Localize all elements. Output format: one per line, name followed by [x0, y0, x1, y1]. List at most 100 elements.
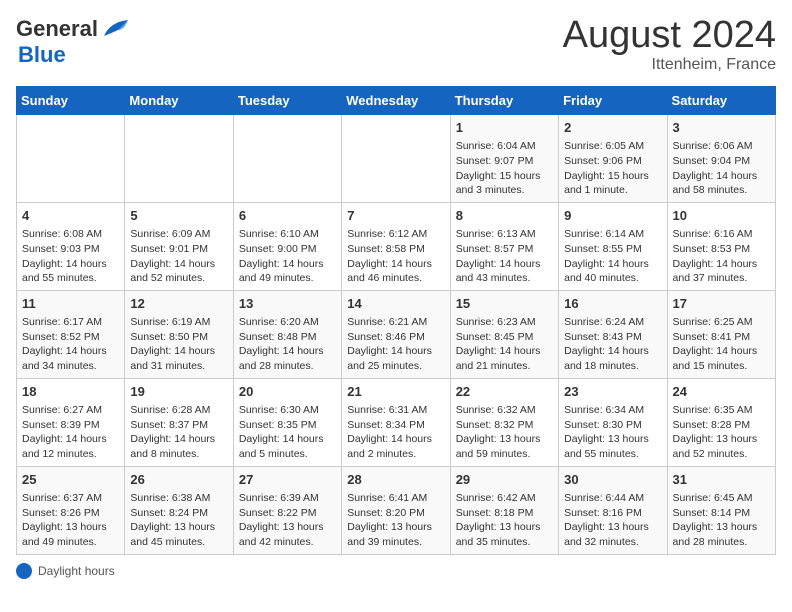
day-detail: Sunrise: 6:23 AMSunset: 8:45 PMDaylight:…	[456, 315, 553, 374]
day-header-friday: Friday	[559, 87, 667, 115]
day-detail: Sunrise: 6:24 AMSunset: 8:43 PMDaylight:…	[564, 315, 661, 374]
location-text: Ittenheim, France	[563, 56, 776, 74]
day-cell: 10 Sunrise: 6:16 AMSunset: 8:53 PMDayligh…	[667, 202, 775, 290]
day-number: 22	[456, 383, 553, 401]
day-cell: 2Sunrise: 6:05 AMSunset: 9:06 PMDaylight…	[559, 115, 667, 203]
day-cell: 26 Sunrise: 6:38 AMSunset: 8:24 PMDayligh…	[125, 466, 233, 554]
day-cell: 28 Sunrise: 6:41 AMSunset: 8:20 PMDayligh…	[342, 466, 450, 554]
day-cell: 18Sunrise: 6:27 AMSunset: 8:39 PMDayligh…	[17, 378, 125, 466]
day-detail: Sunrise: 6:31 AMSunset: 8:34 PMDaylight:…	[347, 403, 444, 462]
day-cell: 24 Sunrise: 6:35 AMSunset: 8:28 PMDayligh…	[667, 378, 775, 466]
day-cell	[17, 115, 125, 203]
day-number: 8	[456, 207, 553, 225]
day-detail: Sunrise: 6:44 AMSunset: 8:16 PMDaylight:…	[564, 491, 661, 550]
day-detail: Sunrise: 6:10 AMSunset: 9:00 PMDaylight:…	[239, 227, 336, 286]
day-number: 1	[456, 119, 553, 137]
day-number: 18	[22, 383, 119, 401]
day-number: 14	[347, 295, 444, 313]
day-cell: 29 Sunrise: 6:42 AMSunset: 8:18 PMDayligh…	[450, 466, 558, 554]
day-number: 6	[239, 207, 336, 225]
day-number: 31	[673, 471, 770, 489]
legend-label: Daylight hours	[38, 564, 115, 578]
day-detail: Sunrise: 6:45 AMSunset: 8:14 PMDaylight:…	[673, 491, 770, 550]
day-cell: 30 Sunrise: 6:44 AMSunset: 8:16 PMDayligh…	[559, 466, 667, 554]
day-number: 24	[673, 383, 770, 401]
day-number: 16	[564, 295, 661, 313]
day-detail: Sunrise: 6:06 AMSunset: 9:04 PMDaylight:…	[673, 139, 770, 198]
day-cell: 21 Sunrise: 6:31 AMSunset: 8:34 PMDayligh…	[342, 378, 450, 466]
logo: General Blue	[16, 16, 128, 68]
day-detail: Sunrise: 6:20 AMSunset: 8:48 PMDaylight:…	[239, 315, 336, 374]
day-detail: Sunrise: 6:09 AMSunset: 9:01 PMDaylight:…	[130, 227, 227, 286]
day-header-tuesday: Tuesday	[233, 87, 341, 115]
logo-general-text: General	[16, 16, 98, 41]
day-cell: 13 Sunrise: 6:20 AMSunset: 8:48 PMDayligh…	[233, 290, 341, 378]
header-row: SundayMondayTuesdayWednesdayThursdayFrid…	[17, 87, 776, 115]
day-cell: 8 Sunrise: 6:13 AMSunset: 8:57 PMDaylight…	[450, 202, 558, 290]
day-number: 11	[22, 295, 119, 313]
day-cell: 16 Sunrise: 6:24 AMSunset: 8:43 PMDayligh…	[559, 290, 667, 378]
day-header-thursday: Thursday	[450, 87, 558, 115]
day-detail: Sunrise: 6:28 AMSunset: 8:37 PMDaylight:…	[130, 403, 227, 462]
day-detail: Sunrise: 6:13 AMSunset: 8:57 PMDaylight:…	[456, 227, 553, 286]
day-number: 13	[239, 295, 336, 313]
day-detail: Sunrise: 6:25 AMSunset: 8:41 PMDaylight:…	[673, 315, 770, 374]
day-cell: 14 Sunrise: 6:21 AMSunset: 8:46 PMDayligh…	[342, 290, 450, 378]
day-detail: Sunrise: 6:42 AMSunset: 8:18 PMDaylight:…	[456, 491, 553, 550]
week-row-1: 1 Sunrise: 6:04 AMSunset: 9:07 PMDaylight…	[17, 115, 776, 203]
day-number: 4	[22, 207, 119, 225]
logo-bird-icon	[100, 18, 128, 40]
day-number: 10	[673, 207, 770, 225]
day-detail: Sunrise: 6:17 AMSunset: 8:52 PMDaylight:…	[22, 315, 119, 374]
day-cell: 7 Sunrise: 6:12 AMSunset: 8:58 PMDaylight…	[342, 202, 450, 290]
day-number: 25	[22, 471, 119, 489]
day-cell: 27Sunrise: 6:39 AMSunset: 8:22 PMDayligh…	[233, 466, 341, 554]
day-cell	[125, 115, 233, 203]
day-cell: 23Sunrise: 6:34 AMSunset: 8:30 PMDayligh…	[559, 378, 667, 466]
day-cell: 19Sunrise: 6:28 AMSunset: 8:37 PMDayligh…	[125, 378, 233, 466]
day-number: 26	[130, 471, 227, 489]
day-number: 3	[673, 119, 770, 137]
day-number: 21	[347, 383, 444, 401]
day-cell: 15Sunrise: 6:23 AMSunset: 8:45 PMDayligh…	[450, 290, 558, 378]
day-cell: 9 Sunrise: 6:14 AMSunset: 8:55 PMDaylight…	[559, 202, 667, 290]
day-detail: Sunrise: 6:41 AMSunset: 8:20 PMDaylight:…	[347, 491, 444, 550]
day-cell: 5Sunrise: 6:09 AMSunset: 9:01 PMDaylight…	[125, 202, 233, 290]
day-detail: Sunrise: 6:21 AMSunset: 8:46 PMDaylight:…	[347, 315, 444, 374]
day-detail: Sunrise: 6:14 AMSunset: 8:55 PMDaylight:…	[564, 227, 661, 286]
month-title: August 2024	[563, 16, 776, 54]
day-header-wednesday: Wednesday	[342, 87, 450, 115]
day-number: 9	[564, 207, 661, 225]
day-number: 29	[456, 471, 553, 489]
day-cell: 3 Sunrise: 6:06 AMSunset: 9:04 PMDaylight…	[667, 115, 775, 203]
day-detail: Sunrise: 6:35 AMSunset: 8:28 PMDaylight:…	[673, 403, 770, 462]
day-number: 17	[673, 295, 770, 313]
day-number: 20	[239, 383, 336, 401]
day-cell: 6 Sunrise: 6:10 AMSunset: 9:00 PMDaylight…	[233, 202, 341, 290]
day-detail: Sunrise: 6:04 AMSunset: 9:07 PMDaylight:…	[456, 139, 553, 198]
week-row-5: 25 Sunrise: 6:37 AMSunset: 8:26 PMDayligh…	[17, 466, 776, 554]
day-detail: Sunrise: 6:38 AMSunset: 8:24 PMDaylight:…	[130, 491, 227, 550]
day-header-monday: Monday	[125, 87, 233, 115]
legend-icon	[16, 563, 32, 579]
week-row-2: 4Sunrise: 6:08 AMSunset: 9:03 PMDaylight…	[17, 202, 776, 290]
day-detail: Sunrise: 6:30 AMSunset: 8:35 PMDaylight:…	[239, 403, 336, 462]
day-number: 28	[347, 471, 444, 489]
day-number: 30	[564, 471, 661, 489]
day-cell: 31 Sunrise: 6:45 AMSunset: 8:14 PMDayligh…	[667, 466, 775, 554]
day-cell: 1 Sunrise: 6:04 AMSunset: 9:07 PMDaylight…	[450, 115, 558, 203]
day-detail: Sunrise: 6:19 AMSunset: 8:50 PMDaylight:…	[130, 315, 227, 374]
day-detail: Sunrise: 6:16 AMSunset: 8:53 PMDaylight:…	[673, 227, 770, 286]
day-detail: Sunrise: 6:12 AMSunset: 8:58 PMDaylight:…	[347, 227, 444, 286]
day-number: 7	[347, 207, 444, 225]
logo-blue-text: Blue	[18, 42, 66, 67]
day-detail: Sunrise: 6:32 AMSunset: 8:32 PMDaylight:…	[456, 403, 553, 462]
legend: Daylight hours	[16, 563, 776, 579]
day-cell	[342, 115, 450, 203]
day-cell: 4Sunrise: 6:08 AMSunset: 9:03 PMDaylight…	[17, 202, 125, 290]
day-number: 2	[564, 119, 661, 137]
day-detail: Sunrise: 6:39 AMSunset: 8:22 PMDaylight:…	[239, 491, 336, 550]
day-cell: 22 Sunrise: 6:32 AMSunset: 8:32 PMDayligh…	[450, 378, 558, 466]
day-number: 12	[130, 295, 227, 313]
day-detail: Sunrise: 6:37 AMSunset: 8:26 PMDaylight:…	[22, 491, 119, 550]
